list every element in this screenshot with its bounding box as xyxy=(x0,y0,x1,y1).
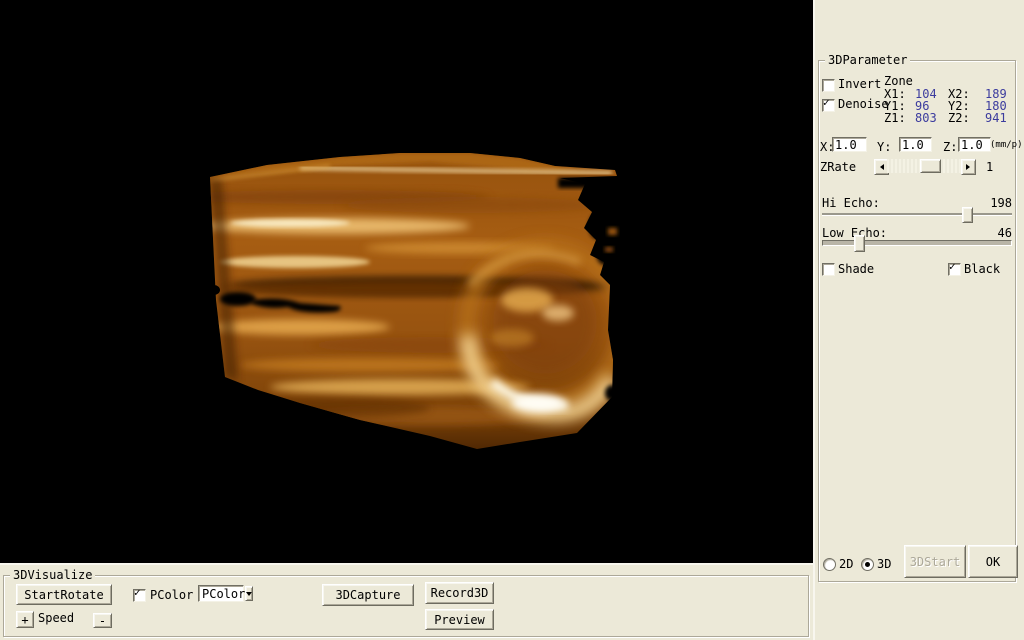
mode-3d-label: 3D xyxy=(877,558,891,570)
checkmark-icon: ✓ xyxy=(949,261,956,272)
zrate-value: 1 xyxy=(986,161,993,173)
scroll-left-icon xyxy=(877,164,884,170)
speed-label: Speed xyxy=(38,612,74,624)
scale-y-label: Y: xyxy=(877,141,891,153)
start-rotate-button[interactable]: StartRotate xyxy=(16,584,112,605)
mode-2d-label: 2D xyxy=(839,558,853,570)
black-label: Black xyxy=(964,263,1000,275)
zone-title: Zone xyxy=(884,75,913,87)
record-3d-button[interactable]: Record3D xyxy=(425,582,494,604)
zone-z1-value: 803 xyxy=(915,112,937,124)
pcolor-dropdown-value: PColor xyxy=(202,588,245,600)
chevron-down-icon xyxy=(246,592,252,599)
denoise-checkbox[interactable]: ✓ xyxy=(822,99,835,112)
invert-label: Invert xyxy=(838,78,881,90)
pcolor-dropdown[interactable]: PColor xyxy=(198,585,244,602)
zone-z1-label: Z1: xyxy=(884,112,906,124)
hi-echo-value: 198 xyxy=(990,197,1012,209)
volume-3d-render[interactable] xyxy=(0,0,813,563)
mode-2d-radio[interactable] xyxy=(823,558,836,571)
scale-z-label: Z: xyxy=(943,141,957,153)
invert-checkbox[interactable] xyxy=(822,79,835,92)
zone-z2-label: Z2: xyxy=(948,112,970,124)
zrate-scrollbar[interactable] xyxy=(874,159,974,173)
start-3d-button[interactable]: 3DStart xyxy=(904,545,966,578)
denoise-label: Denoise xyxy=(838,98,889,110)
hi-echo-label: Hi Echo: xyxy=(822,197,880,209)
parameter-groupbox-title: 3DParameter xyxy=(825,54,910,66)
scroll-right-icon xyxy=(966,164,973,170)
scale-z-input[interactable] xyxy=(958,137,991,152)
parameter-panel: 3DParameter Invert ✓ Denoise Zone X1: 10… xyxy=(813,0,1024,640)
low-echo-slider-thumb[interactable] xyxy=(854,235,865,252)
scale-y-input[interactable] xyxy=(899,137,932,152)
speed-plus-button[interactable]: + xyxy=(16,611,34,628)
low-echo-slider-track[interactable] xyxy=(822,240,1012,246)
checkmark-icon: ✓ xyxy=(134,587,141,598)
scale-x-input[interactable] xyxy=(832,137,867,152)
scale-unit-label: (mm/p) xyxy=(990,139,1023,151)
low-echo-value: 46 xyxy=(998,227,1012,239)
zrate-scroll-thumb[interactable] xyxy=(920,159,941,173)
viewport-3d[interactable] xyxy=(0,0,813,563)
hi-echo-slider-thumb[interactable] xyxy=(962,207,973,223)
zrate-scroll-right-button[interactable] xyxy=(961,159,976,175)
mode-3d-radio[interactable] xyxy=(861,558,874,571)
black-checkbox[interactable]: ✓ xyxy=(948,263,961,276)
checkmark-icon: ✓ xyxy=(823,97,830,108)
shade-label: Shade xyxy=(838,263,874,275)
visualize-panel: 3DVisualize StartRotate ✓ PColor PColor … xyxy=(0,563,813,640)
pcolor-checkbox[interactable]: ✓ xyxy=(133,589,146,602)
hi-echo-slider-track[interactable] xyxy=(822,213,1012,216)
shade-checkbox[interactable] xyxy=(822,263,835,276)
speed-minus-button[interactable]: - xyxy=(93,613,112,628)
ok-button[interactable]: OK xyxy=(968,545,1018,578)
app-window: 3DParameter Invert ✓ Denoise Zone X1: 10… xyxy=(0,0,1024,640)
radio-selected-dot-icon xyxy=(865,562,870,567)
zone-z2-value: 941 xyxy=(985,112,1007,124)
capture-3d-button[interactable]: 3DCapture xyxy=(322,584,414,606)
visualize-groupbox-title: 3DVisualize xyxy=(10,569,95,581)
pcolor-checkbox-label: PColor xyxy=(150,589,193,601)
preview-button[interactable]: Preview xyxy=(425,609,494,630)
pcolor-dropdown-button[interactable] xyxy=(245,586,253,601)
zrate-label: ZRate xyxy=(820,161,856,173)
